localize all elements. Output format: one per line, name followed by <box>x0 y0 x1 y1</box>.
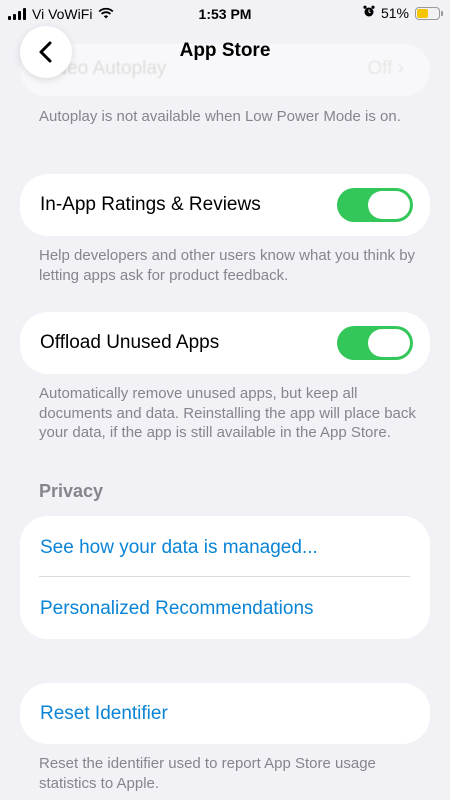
privacy-header: Privacy <box>39 481 104 501</box>
offload-footnote: Automatically remove unused apps, but ke… <box>39 385 416 441</box>
battery-fill <box>417 8 428 18</box>
ratings-footnote: Help developers and other users know wha… <box>39 247 416 284</box>
ratings-toggle[interactable] <box>337 188 413 222</box>
battery-icon <box>415 6 443 20</box>
alarm-icon <box>363 5 375 21</box>
status-right: 51% <box>363 5 443 21</box>
personalized-recommendations-link[interactable]: Personalized Recommendations <box>40 598 314 620</box>
navigation-bar: App Store <box>0 22 450 84</box>
offload-label: Offload Unused Apps <box>40 332 220 353</box>
offload-toggle[interactable] <box>337 326 413 360</box>
data-managed-link[interactable]: See how your data is managed... <box>40 537 318 559</box>
reset-footnote: Reset the identifier used to report App … <box>39 755 376 792</box>
reset-identifier-button[interactable]: Reset Identifier <box>40 703 168 725</box>
ratings-label: In-App Ratings & Reviews <box>40 194 261 215</box>
autoplay-footnote: Autoplay is not available when Low Power… <box>39 108 401 125</box>
privacy-card: See how your data is managed... Personal… <box>20 516 430 639</box>
battery-percent: 51% <box>380 5 409 21</box>
divider <box>39 576 410 577</box>
reset-card: Reset Identifier <box>20 683 430 744</box>
ratings-card: In-App Ratings & Reviews <box>20 174 430 236</box>
toggle-knob <box>368 191 410 219</box>
offload-card: Offload Unused Apps <box>20 312 430 374</box>
toggle-knob <box>368 329 410 357</box>
page-title: App Store <box>179 40 271 61</box>
